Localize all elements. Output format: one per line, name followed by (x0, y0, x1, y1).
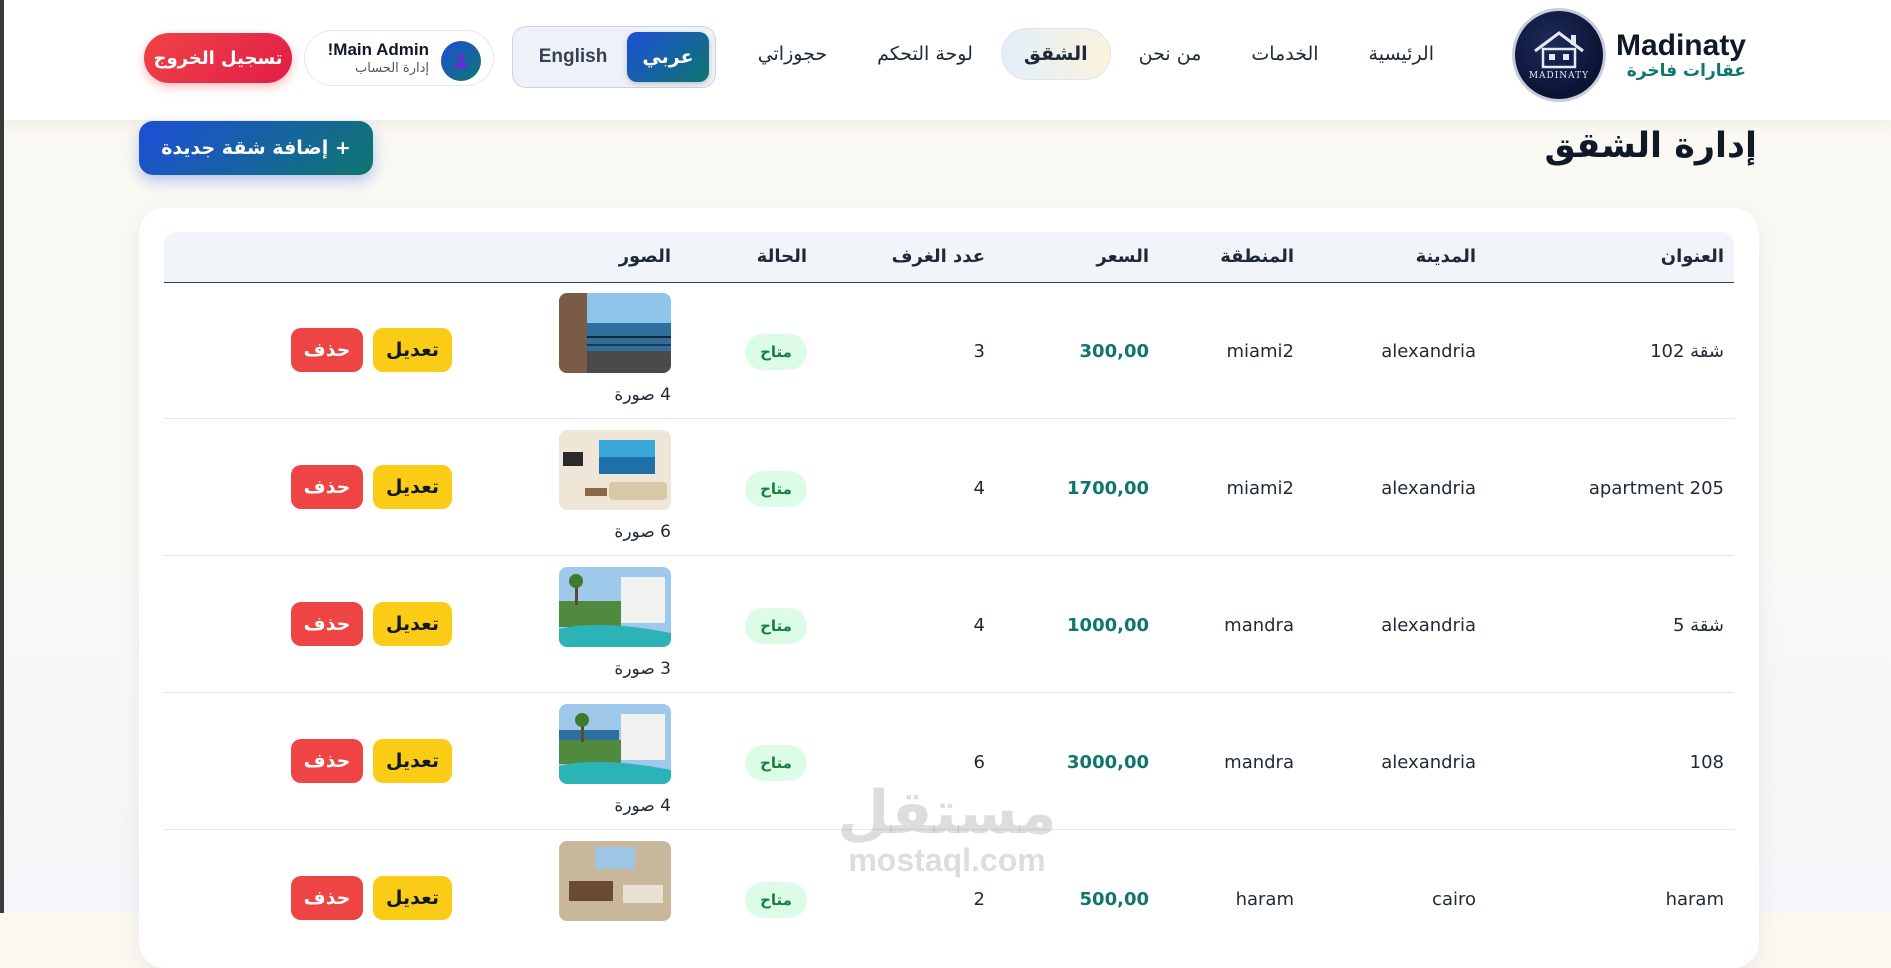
cell-city: alexandria (1381, 478, 1476, 499)
watermark-latin: mostaql.com (848, 842, 1046, 878)
image-count: 6 صورة (614, 522, 671, 542)
cell-title: شقة 102 (1650, 341, 1724, 362)
edit-button[interactable]: تعديل (373, 739, 452, 783)
cell-rooms: 4 (973, 615, 985, 636)
cell-area: miami2 (1226, 478, 1294, 499)
image-count: 4 صورة (614, 385, 671, 405)
nav-bookings[interactable]: حجوزاتي (736, 29, 849, 79)
nav-about[interactable]: من نحن (1117, 29, 1224, 79)
row-divider (164, 692, 1734, 693)
col-header-rooms: عدد الغرف (891, 246, 985, 267)
cell-price: 1700,00 (1067, 478, 1149, 499)
status-badge: متاح (745, 745, 807, 781)
cell-title: apartment 205 (1588, 478, 1724, 499)
balcony-sea-photo (559, 293, 671, 373)
lang-arabic-button[interactable]: عربي (627, 32, 709, 82)
cell-city: alexandria (1381, 752, 1476, 773)
row-divider (164, 418, 1734, 419)
cell-rooms: 6 (973, 752, 985, 773)
cell-city: alexandria (1381, 341, 1476, 362)
nav-dashboard[interactable]: لوحة التحكم (855, 29, 995, 79)
col-header-city: المدينة (1415, 246, 1476, 267)
delete-button[interactable]: حذف (291, 602, 363, 646)
watermark-arabic: مستقل (837, 778, 1057, 848)
cell-area: haram (1235, 889, 1294, 910)
delete-button[interactable]: حذف (291, 739, 363, 783)
status-badge: متاح (745, 334, 807, 370)
apartment-thumbnail[interactable] (559, 430, 671, 510)
apartment-thumbnail[interactable] (559, 293, 671, 373)
brand-text: Madinaty عقارات فاخرة (1615, 29, 1746, 81)
cell-price: 1000,00 (1067, 615, 1149, 636)
living-room-photo (559, 430, 671, 510)
cell-title: haram (1665, 889, 1724, 910)
status-badge: متاح (745, 608, 807, 644)
col-header-images: الصور (618, 246, 671, 267)
top-navbar: Madinaty عقارات فاخرة MADINATY الرئيسية … (4, 0, 1891, 120)
delete-button[interactable]: حذف (291, 876, 363, 920)
cell-price: 500,00 (1079, 889, 1149, 910)
user-icon (455, 54, 467, 68)
nav-home[interactable]: الرئيسية (1347, 29, 1456, 79)
edit-button[interactable]: تعديل (373, 876, 452, 920)
cell-city: cairo (1432, 889, 1476, 910)
house-logo-icon (1534, 31, 1584, 69)
cell-title: 108 (1689, 752, 1724, 773)
image-count: 3 صورة (614, 659, 671, 679)
brand-name: Madinaty (1615, 29, 1746, 62)
account-settings-link[interactable]: إدارة الحساب (355, 61, 429, 76)
image-count: 4 صورة (614, 796, 671, 816)
logout-button[interactable]: تسجيل الخروج (144, 33, 292, 83)
page-title: إدارة الشقق (1544, 126, 1757, 166)
nav-services[interactable]: الخدمات (1229, 29, 1340, 79)
logo-wordmark: MADINATY (1528, 71, 1590, 81)
cell-city: alexandria (1381, 615, 1476, 636)
row-divider (164, 555, 1734, 556)
language-switcher: عربي English (512, 26, 716, 88)
cell-price: 3000,00 (1067, 752, 1149, 773)
brand[interactable]: Madinaty عقارات فاخرة MADINATY (1511, 8, 1746, 102)
bedroom-photo (559, 841, 671, 921)
cell-area: mandra (1224, 752, 1294, 773)
edit-button[interactable]: تعديل (373, 602, 452, 646)
apartment-thumbnail[interactable] (559, 567, 671, 647)
col-header-price: السعر (1096, 246, 1149, 267)
brand-subtitle: عقارات فاخرة (1626, 61, 1746, 81)
cell-rooms: 2 (973, 889, 985, 910)
edit-button[interactable]: تعديل (373, 328, 452, 372)
edit-button[interactable]: تعديل (373, 465, 452, 509)
col-header-status: الحالة (756, 246, 807, 267)
cell-title: شقة 5 (1672, 615, 1724, 636)
avatar (441, 41, 481, 81)
delete-button[interactable]: حذف (291, 328, 363, 372)
col-header-title: العنوان (1660, 246, 1724, 267)
delete-button[interactable]: حذف (291, 465, 363, 509)
cell-rooms: 4 (973, 478, 985, 499)
resort-pool-photo (559, 704, 671, 784)
user-name: Main Admin! (327, 40, 429, 59)
status-badge: متاح (745, 471, 807, 507)
cell-area: mandra (1224, 615, 1294, 636)
apartment-thumbnail[interactable] (559, 704, 671, 784)
cell-area: miami2 (1226, 341, 1294, 362)
watermark: مستقل mostaql.com (832, 782, 1062, 876)
add-apartment-button[interactable]: + إضافة شقة جديدة (139, 121, 373, 175)
user-menu[interactable]: Main Admin! إدارة الحساب (304, 30, 494, 86)
cell-rooms: 3 (973, 341, 985, 362)
resort-pool-photo (559, 567, 671, 647)
brand-logo: MADINATY (1511, 8, 1606, 102)
lang-english-button[interactable]: English (519, 32, 627, 82)
nav-apartments[interactable]: الشقق (1000, 28, 1111, 80)
cell-price: 300,00 (1079, 341, 1149, 362)
apartment-thumbnail[interactable] (559, 841, 671, 921)
window-edge (0, 0, 4, 913)
main-nav: الرئيسية الخدمات من نحن الشقق لوحة التحك… (730, 28, 1456, 80)
col-header-area: المنطقة (1220, 246, 1294, 267)
